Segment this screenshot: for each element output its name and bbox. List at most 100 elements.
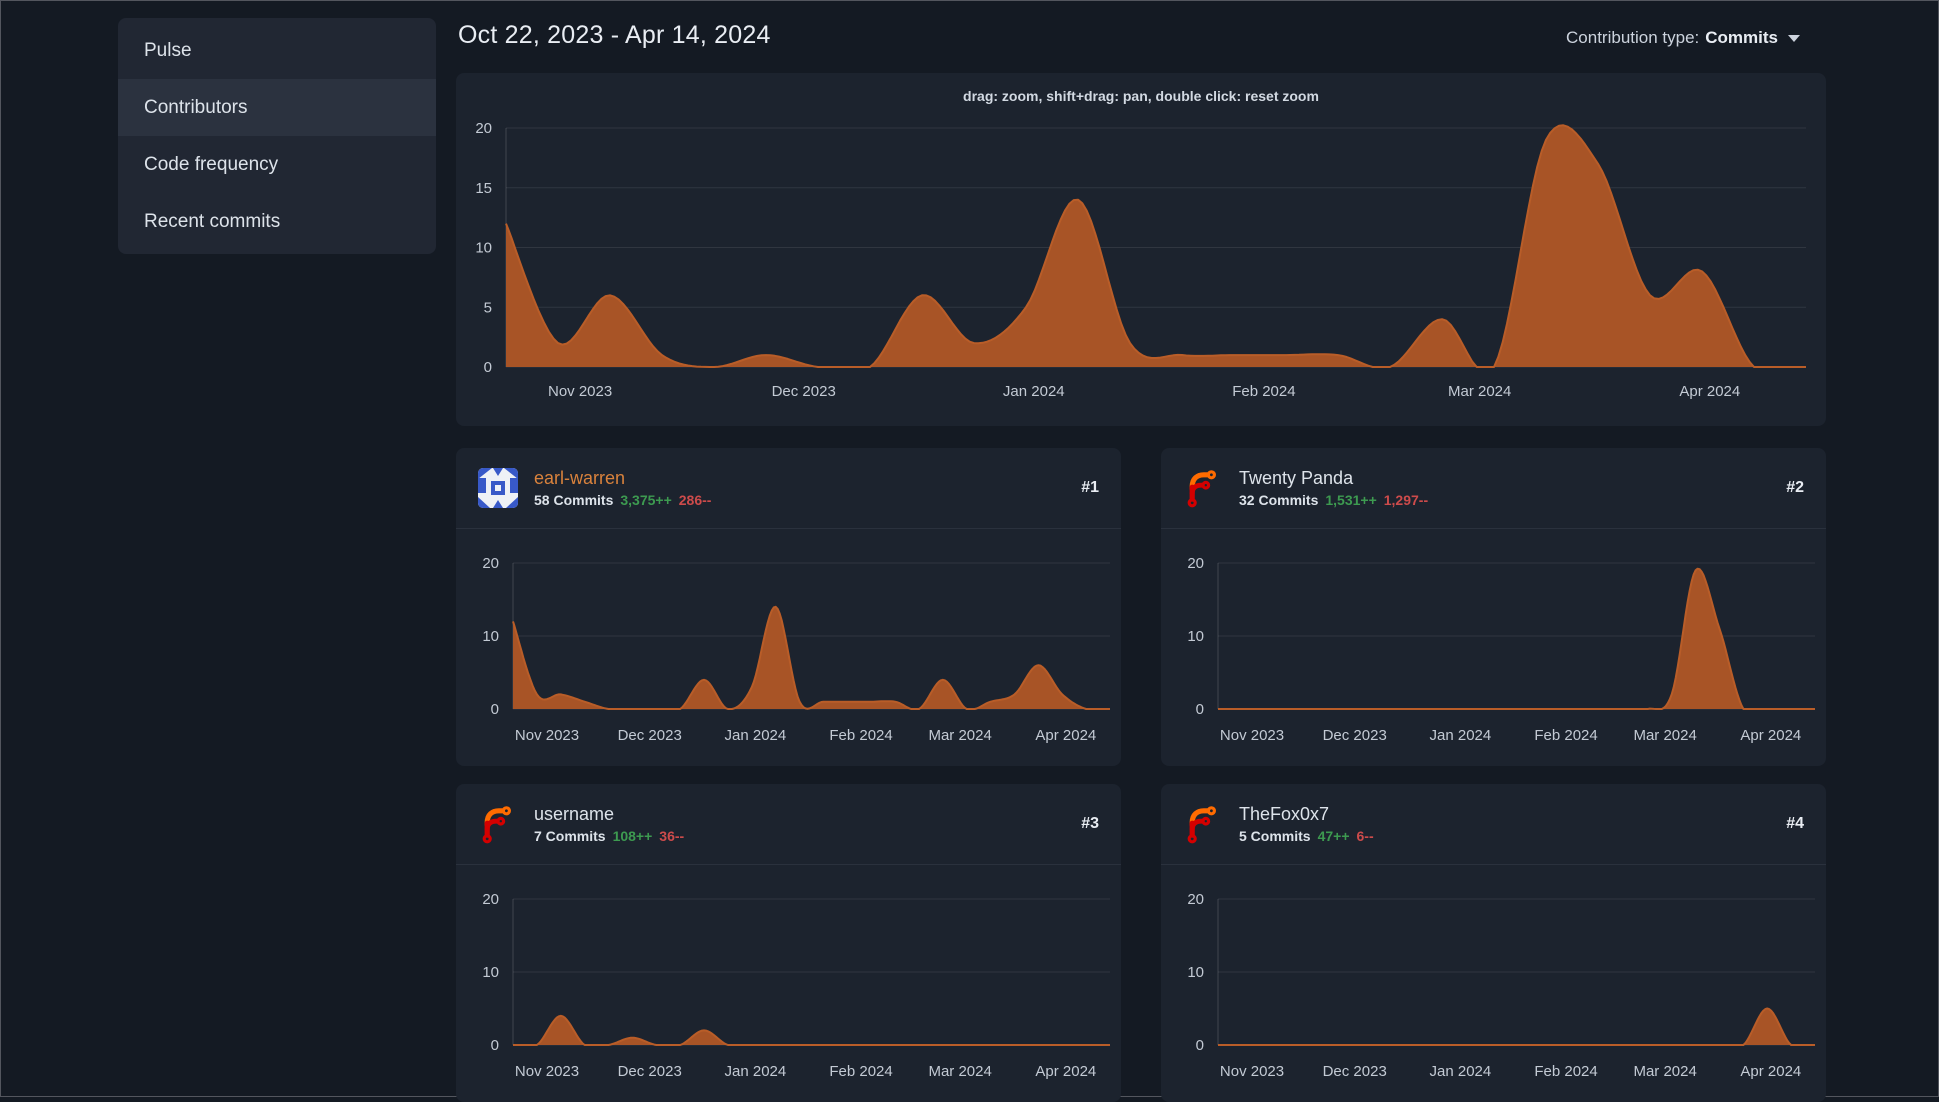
contributor-cards-grid: earl-warren 58 Commits 3,375++ 286-- #1 0 1… <box>456 448 1826 1102</box>
svg-text:Feb 2024: Feb 2024 <box>1534 727 1597 744</box>
svg-text:Feb 2024: Feb 2024 <box>1534 1063 1597 1080</box>
contributor-meta: earl-warren 58 Commits 3,375++ 286-- <box>534 468 711 508</box>
contributor-name-link[interactable]: Twenty Panda <box>1239 468 1428 489</box>
contributor-card-header: Twenty Panda 32 Commits 1,531++ 1,297-- #2 <box>1161 448 1826 529</box>
svg-text:10: 10 <box>1187 628 1204 645</box>
svg-text:10: 10 <box>475 240 492 257</box>
avatar[interactable] <box>478 468 518 508</box>
contributor-chart[interactable]: 0 10 20 Nov 2023 Dec 2023 Jan 2024 Feb 2024 Mar… <box>1161 865 1826 1102</box>
svg-text:Dec 2023: Dec 2023 <box>618 1063 682 1080</box>
avatar[interactable] <box>1183 468 1223 508</box>
commit-count: 5 Commits <box>1239 827 1311 844</box>
contributor-chart[interactable]: 0 10 20 Nov 2023 Dec 2023 Jan 2024 Feb 2024 Mar… <box>1161 529 1826 766</box>
commit-count: 32 Commits <box>1239 491 1319 508</box>
contributor-card: username 7 Commits 108++ 36-- #3 0 10 20 Nov … <box>456 784 1121 1102</box>
svg-text:Jan 2024: Jan 2024 <box>1430 727 1492 744</box>
svg-text:0: 0 <box>484 359 492 376</box>
contributor-chart[interactable]: 0 10 20 Nov 2023 Dec 2023 Jan 2024 Feb 2024 Mar… <box>456 865 1121 1102</box>
contributor-name-link[interactable]: TheFox0x7 <box>1239 804 1374 825</box>
rank-badge: #3 <box>1081 815 1099 832</box>
contributor-card: Twenty Panda 32 Commits 1,531++ 1,297-- #2… <box>1161 448 1826 766</box>
deletions-count: 1,297-- <box>1383 491 1429 508</box>
avatar[interactable] <box>1183 804 1223 844</box>
sidebar-item-code-frequency[interactable]: Code frequency <box>118 136 436 193</box>
svg-text:Jan 2024: Jan 2024 <box>1430 1063 1492 1080</box>
rank-badge: #1 <box>1081 479 1099 496</box>
svg-text:Mar 2024: Mar 2024 <box>1633 1063 1696 1080</box>
date-range-heading: Oct 22, 2023 - Apr 14, 2024 <box>458 21 771 49</box>
svg-text:Dec 2023: Dec 2023 <box>1323 1063 1387 1080</box>
svg-text:Apr 2024: Apr 2024 <box>1679 383 1740 400</box>
forgejo-logo-avatar-image <box>482 806 511 844</box>
sidebar-item-pulse[interactable]: Pulse <box>118 22 436 79</box>
svg-text:20: 20 <box>482 891 499 908</box>
overall-contributions-card: drag: zoom, shift+drag: pan, double clic… <box>456 73 1826 426</box>
contribution-type-label: Contribution type: <box>1566 27 1700 47</box>
svg-text:Apr 2024: Apr 2024 <box>1035 727 1096 744</box>
svg-text:Feb 2024: Feb 2024 <box>829 727 892 744</box>
avatar[interactable] <box>478 804 518 844</box>
additions-count: 47++ <box>1317 827 1350 844</box>
contributor-stats: 32 Commits 1,531++ 1,297-- <box>1239 492 1428 508</box>
svg-text:Nov 2023: Nov 2023 <box>1220 727 1284 744</box>
svg-text:Dec 2023: Dec 2023 <box>618 727 682 744</box>
svg-text:Nov 2023: Nov 2023 <box>515 727 579 744</box>
svg-text:Nov 2023: Nov 2023 <box>1220 1063 1284 1080</box>
contributor-card-header: username 7 Commits 108++ 36-- #3 <box>456 784 1121 865</box>
svg-text:10: 10 <box>1187 964 1204 981</box>
chevron-down-icon <box>1788 35 1800 42</box>
contributor-chart[interactable]: 0 10 20 Nov 2023 Dec 2023 Jan 2024 Feb 2024 Mar… <box>456 529 1121 766</box>
svg-text:20: 20 <box>475 120 492 137</box>
sidebar-item-contributors[interactable]: Contributors <box>118 79 436 136</box>
contributor-meta: username 7 Commits 108++ 36-- <box>534 804 684 844</box>
svg-text:Mar 2024: Mar 2024 <box>928 1063 991 1080</box>
deletions-count: 6-- <box>1356 827 1374 844</box>
contribution-type-dropdown[interactable]: Contribution type: Commits <box>1548 14 1818 61</box>
svg-text:5: 5 <box>484 299 492 316</box>
deletions-count: 286-- <box>678 491 712 508</box>
forgejo-logo-avatar-image <box>1187 806 1216 844</box>
svg-text:Dec 2023: Dec 2023 <box>1323 727 1387 744</box>
rank-badge: #4 <box>1786 815 1804 832</box>
sidebar-item-recent-commits[interactable]: Recent commits <box>118 193 436 250</box>
svg-text:0: 0 <box>491 701 499 718</box>
activity-nav-menu: Pulse Contributors Code frequency Recent… <box>118 18 436 254</box>
svg-text:Mar 2024: Mar 2024 <box>1633 727 1696 744</box>
contributor-name-link[interactable]: earl-warren <box>534 468 711 489</box>
svg-text:0: 0 <box>1196 701 1204 718</box>
svg-text:Nov 2023: Nov 2023 <box>515 1063 579 1080</box>
svg-text:10: 10 <box>482 964 499 981</box>
svg-text:Nov 2023: Nov 2023 <box>548 383 612 400</box>
svg-text:Jan 2024: Jan 2024 <box>725 727 787 744</box>
zoom-hint-text: drag: zoom, shift+drag: pan, double clic… <box>963 88 1319 104</box>
contributor-meta: Twenty Panda 32 Commits 1,531++ 1,297-- <box>1239 468 1428 508</box>
svg-text:Apr 2024: Apr 2024 <box>1740 727 1801 744</box>
page-header: Oct 22, 2023 - Apr 14, 2024 Contribution… <box>456 1 1826 73</box>
svg-text:Mar 2024: Mar 2024 <box>1448 383 1511 400</box>
contributor-card: TheFox0x7 5 Commits 47++ 6-- #4 0 10 20 Nov 2… <box>1161 784 1826 1102</box>
svg-text:Apr 2024: Apr 2024 <box>1035 1063 1096 1080</box>
deletions-count: 36-- <box>659 827 685 844</box>
svg-text:Dec 2023: Dec 2023 <box>772 383 836 400</box>
contributor-stats: 58 Commits 3,375++ 286-- <box>534 492 711 508</box>
additions-count: 3,375++ <box>620 491 672 508</box>
overall-contributions-chart[interactable]: 0 5 10 15 20 Nov 2023 Dec 2023 Jan 2024 Feb 2024… <box>456 115 1826 426</box>
forgejo-logo-avatar-image <box>1187 470 1216 508</box>
identicon-avatar-image <box>478 468 518 508</box>
svg-text:Mar 2024: Mar 2024 <box>928 727 991 744</box>
svg-text:20: 20 <box>482 555 499 572</box>
svg-text:15: 15 <box>475 180 492 197</box>
svg-text:20: 20 <box>1187 555 1204 572</box>
contributor-name-link[interactable]: username <box>534 804 684 825</box>
rank-badge: #2 <box>1786 479 1804 496</box>
contributor-card: earl-warren 58 Commits 3,375++ 286-- #1 0 1… <box>456 448 1121 766</box>
svg-text:Feb 2024: Feb 2024 <box>1232 383 1295 400</box>
contributors-page: Oct 22, 2023 - Apr 14, 2024 Contribution… <box>456 1 1826 1102</box>
svg-text:20: 20 <box>1187 891 1204 908</box>
svg-text:10: 10 <box>482 628 499 645</box>
contributor-stats: 7 Commits 108++ 36-- <box>534 828 684 844</box>
contributor-card-header: TheFox0x7 5 Commits 47++ 6-- #4 <box>1161 784 1826 865</box>
svg-text:Apr 2024: Apr 2024 <box>1740 1063 1801 1080</box>
svg-text:Jan 2024: Jan 2024 <box>1003 383 1065 400</box>
svg-text:0: 0 <box>491 1037 499 1054</box>
